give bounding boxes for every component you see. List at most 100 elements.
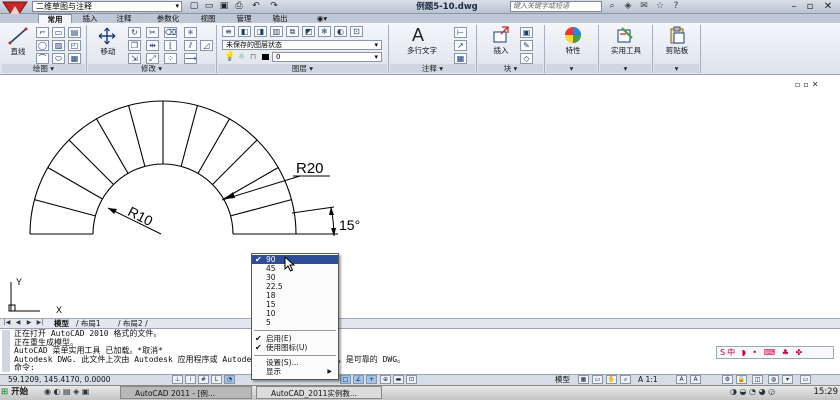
layer-state-icon[interactable]: ◧ [238,26,251,37]
menu-item-angle[interactable]: 10 [252,309,338,318]
tab-annotate[interactable]: 注释 [110,14,138,23]
annotation-visibility-icon[interactable]: A [676,375,687,384]
tab-layout2[interactable]: / 布局2 / [118,319,148,328]
ime-toolbar[interactable]: S中 ◗ • ⌨ ♣ ✤ [716,346,834,359]
tab-model[interactable]: 模型 [54,319,69,328]
attribute-icon[interactable]: ◇ [520,53,533,64]
tab-parametric[interactable]: 参数化 [148,14,188,23]
redo-icon[interactable]: ↷ [268,1,280,12]
workspace-switching-icon[interactable]: ⚙ [722,375,733,384]
move-icon[interactable] [98,27,116,45]
insert-block-icon[interactable] [492,26,510,44]
multileader-icon[interactable]: ↗ [454,40,467,51]
subscription-icon[interactable]: ◈ [622,1,634,12]
copy-icon[interactable]: ❐ [128,40,141,51]
infer-constraints-icon[interactable]: ⊥ [172,375,183,384]
create-block-icon[interactable]: ▣ [520,27,533,38]
lineweight-icon[interactable]: ▬ [393,375,404,384]
match-layer-icon[interactable]: ⧉ [286,26,299,37]
ellipse-icon[interactable]: ⬭ [52,53,65,64]
tab-manage[interactable]: 管理 [230,14,258,23]
layer-previous-icon[interactable]: ◨ [254,26,267,37]
menu-item-display[interactable]: 显示 ▶ [252,367,338,376]
make-current-icon[interactable]: ▥ [270,26,283,37]
properties-panel-label[interactable]: ▾ [546,64,597,73]
ortho-mode-icon[interactable]: L [211,375,222,384]
dynamic-ucs-icon[interactable]: + [366,375,377,384]
line-button[interactable]: 直线 [4,46,32,57]
toolbar-lock-icon[interactable]: 🔒 [736,375,747,384]
utilities-button[interactable]: 实用工具 [604,45,648,56]
communication-icon[interactable]: ✉ [638,1,650,12]
gradient-icon[interactable]: ▤ [68,27,81,38]
favorites-icon[interactable]: ☆ [654,1,666,12]
menu-item-angle[interactable]: 15 [252,300,338,309]
mtext-icon[interactable]: A [412,25,424,46]
modify-panel-label[interactable]: 修改 ▾ [88,64,215,73]
clipboard-icon[interactable] [668,26,686,44]
layout-grid-icon[interactable]: ▦ [578,375,589,384]
explode-icon[interactable]: ✳ [184,27,197,38]
zoom-icon[interactable]: ⌕ [620,375,631,384]
edit-block-icon[interactable]: ✎ [520,40,533,51]
layer-off-icon[interactable]: ◐ [334,26,347,37]
maximize-button[interactable]: ▫ [802,1,818,12]
line-icon[interactable] [8,27,28,45]
first-layout-icon[interactable]: |◀ [3,319,11,327]
menu-item-angle[interactable]: 22.5 [252,282,338,291]
tab-layout1[interactable]: / 布局1 [76,319,101,328]
block-panel-label[interactable]: 块 ▾ [478,64,543,73]
trim-icon[interactable]: ✂ [146,27,159,38]
move-button[interactable]: 移动 [94,46,122,57]
auto-scale-icon[interactable]: A [690,375,701,384]
rectangle-icon[interactable]: ▭ [52,27,65,38]
current-layer-dropdown[interactable]: 0 ▾ [272,52,382,62]
layer-isolate-icon[interactable]: ◩ [302,26,315,37]
last-layout-icon[interactable]: ▶| [36,319,44,327]
tab-view[interactable]: 视图 [194,14,222,23]
open-icon[interactable]: ▭ [203,1,215,12]
offset-icon[interactable]: ⫽ [184,40,197,51]
save-icon[interactable]: ▣ [218,1,230,12]
clipboard-panel-label[interactable]: ▾ [654,64,699,73]
pan-icon[interactable]: ✋ [606,375,617,384]
fillet-icon[interactable]: ⌊ [164,40,177,51]
grid-display-icon[interactable]: # [198,375,209,384]
array-icon[interactable]: ⁘ [164,53,177,64]
next-layout-icon[interactable]: ▶ [25,319,33,327]
utilities-panel-label[interactable]: ▾ [600,64,651,73]
stretch-icon[interactable]: ⇲ [128,53,141,64]
snap-mode-icon[interactable]: ⁞ [185,375,196,384]
menu-item-angle[interactable]: 18 [252,291,338,300]
arc-icon[interactable]: ⌒ [36,53,49,64]
draw-panel-label[interactable]: 绘图 ▾ [2,64,85,73]
command-window-grip[interactable] [2,330,10,372]
object-snap-icon[interactable]: □ [340,375,351,384]
minimize-button[interactable]: – [786,1,802,12]
ribbon-minimize-icon[interactable]: ◉▾ [312,14,332,23]
region-icon[interactable]: ◰ [68,40,81,51]
menu-item-settings[interactable]: 设置(S)... [252,358,338,367]
layer-freeze-icon[interactable]: ❄ [318,26,331,37]
extend-icon[interactable]: ⟶ [184,53,197,64]
undo-icon[interactable]: ↶ [250,1,262,12]
table-insert-icon[interactable]: ▦ [454,53,467,64]
object-snap-tracking-icon[interactable]: ∠ [353,375,364,384]
plot-icon[interactable]: ⎙ [233,1,245,12]
properties-button[interactable]: 特性 [556,45,590,56]
tab-insert[interactable]: 插入 [76,14,104,23]
clean-screen-icon[interactable]: ▭ [800,375,811,384]
isolate-objects-icon[interactable]: ◍ [768,375,779,384]
erase-icon[interactable]: ⌫ [164,27,177,38]
layer-properties-icon[interactable]: ≡ [222,26,235,37]
tab-home[interactable]: 常用 [38,14,72,24]
utilities-icon[interactable] [616,26,634,44]
tab-output[interactable]: 输出 [266,14,294,23]
taskbar-tutorial-button[interactable]: AutoCAD_2011实例教... [256,386,382,399]
system-tray-icons[interactable]: ◑ ◒ ◔ ◕ ◶ [730,387,775,396]
mirror-icon[interactable]: ⇹ [146,40,159,51]
menu-item-enable[interactable]: ✔ 启用(E) [252,334,338,343]
layout-icon[interactable]: ▭ [592,375,603,384]
coordinate-readout[interactable]: 59.1209, 145.4170, 0.0000 [8,375,111,385]
taskbar-autocad-button[interactable]: AutoCAD 2011 - [例... [120,386,252,399]
